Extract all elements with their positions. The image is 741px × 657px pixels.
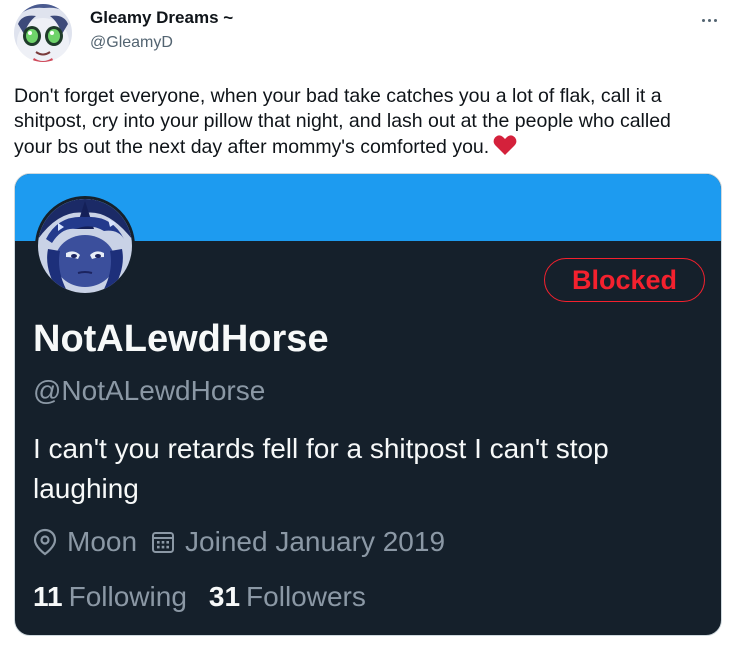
followers-label: Followers <box>246 581 366 612</box>
profile-avatar[interactable] <box>35 196 135 296</box>
profile-stats: 11 Following 31 Followers <box>33 581 388 613</box>
author-handle[interactable]: @GleamyD <box>90 34 173 52</box>
more-dot <box>707 18 711 22</box>
tweet-text: Don't forget everyone, when your bad tak… <box>14 84 714 163</box>
pony-avatar-icon <box>38 199 132 293</box>
more-horizontal-icon <box>701 18 705 22</box>
profile-location: Moon <box>33 526 137 558</box>
profile-bio: I can't you retards fell for a shitpost … <box>33 433 609 504</box>
author-name[interactable]: Gleamy Dreams ~ <box>90 8 233 28</box>
profile-handle[interactable]: @NotALewdHorse <box>33 375 265 407</box>
blocked-button[interactable]: Blocked <box>544 258 705 302</box>
tweet: Gleamy Dreams ~ @GleamyD Don't forget ev… <box>0 0 741 657</box>
calendar-icon <box>152 532 175 553</box>
heart-icon <box>493 134 517 163</box>
embedded-profile-card[interactable]: Blocked NotALewdHorse @NotALewdHorse I c… <box>14 173 722 636</box>
location-text: Moon <box>67 526 138 557</box>
author-avatar[interactable] <box>14 4 72 62</box>
profile-name[interactable]: NotALewdHorse <box>33 318 329 361</box>
more-options-button[interactable] <box>697 10 721 30</box>
pony-avatar-icon <box>14 4 72 62</box>
profile-joined: Joined January 2019 <box>151 526 445 558</box>
profile-meta: Moon Joined January 2019 <box>33 526 459 558</box>
joined-text: Joined January 2019 <box>185 526 446 557</box>
tweet-body: Don't forget everyone, when your bad tak… <box>14 85 671 158</box>
following-count: 11 <box>33 581 63 612</box>
following-link[interactable]: 11 Following <box>33 581 187 613</box>
followers-count: 31 <box>208 581 241 612</box>
following-label: Following <box>68 581 187 612</box>
followers-link[interactable]: 31 Followers <box>209 581 366 613</box>
location-pin-icon <box>33 528 57 556</box>
more-dot <box>713 18 717 22</box>
